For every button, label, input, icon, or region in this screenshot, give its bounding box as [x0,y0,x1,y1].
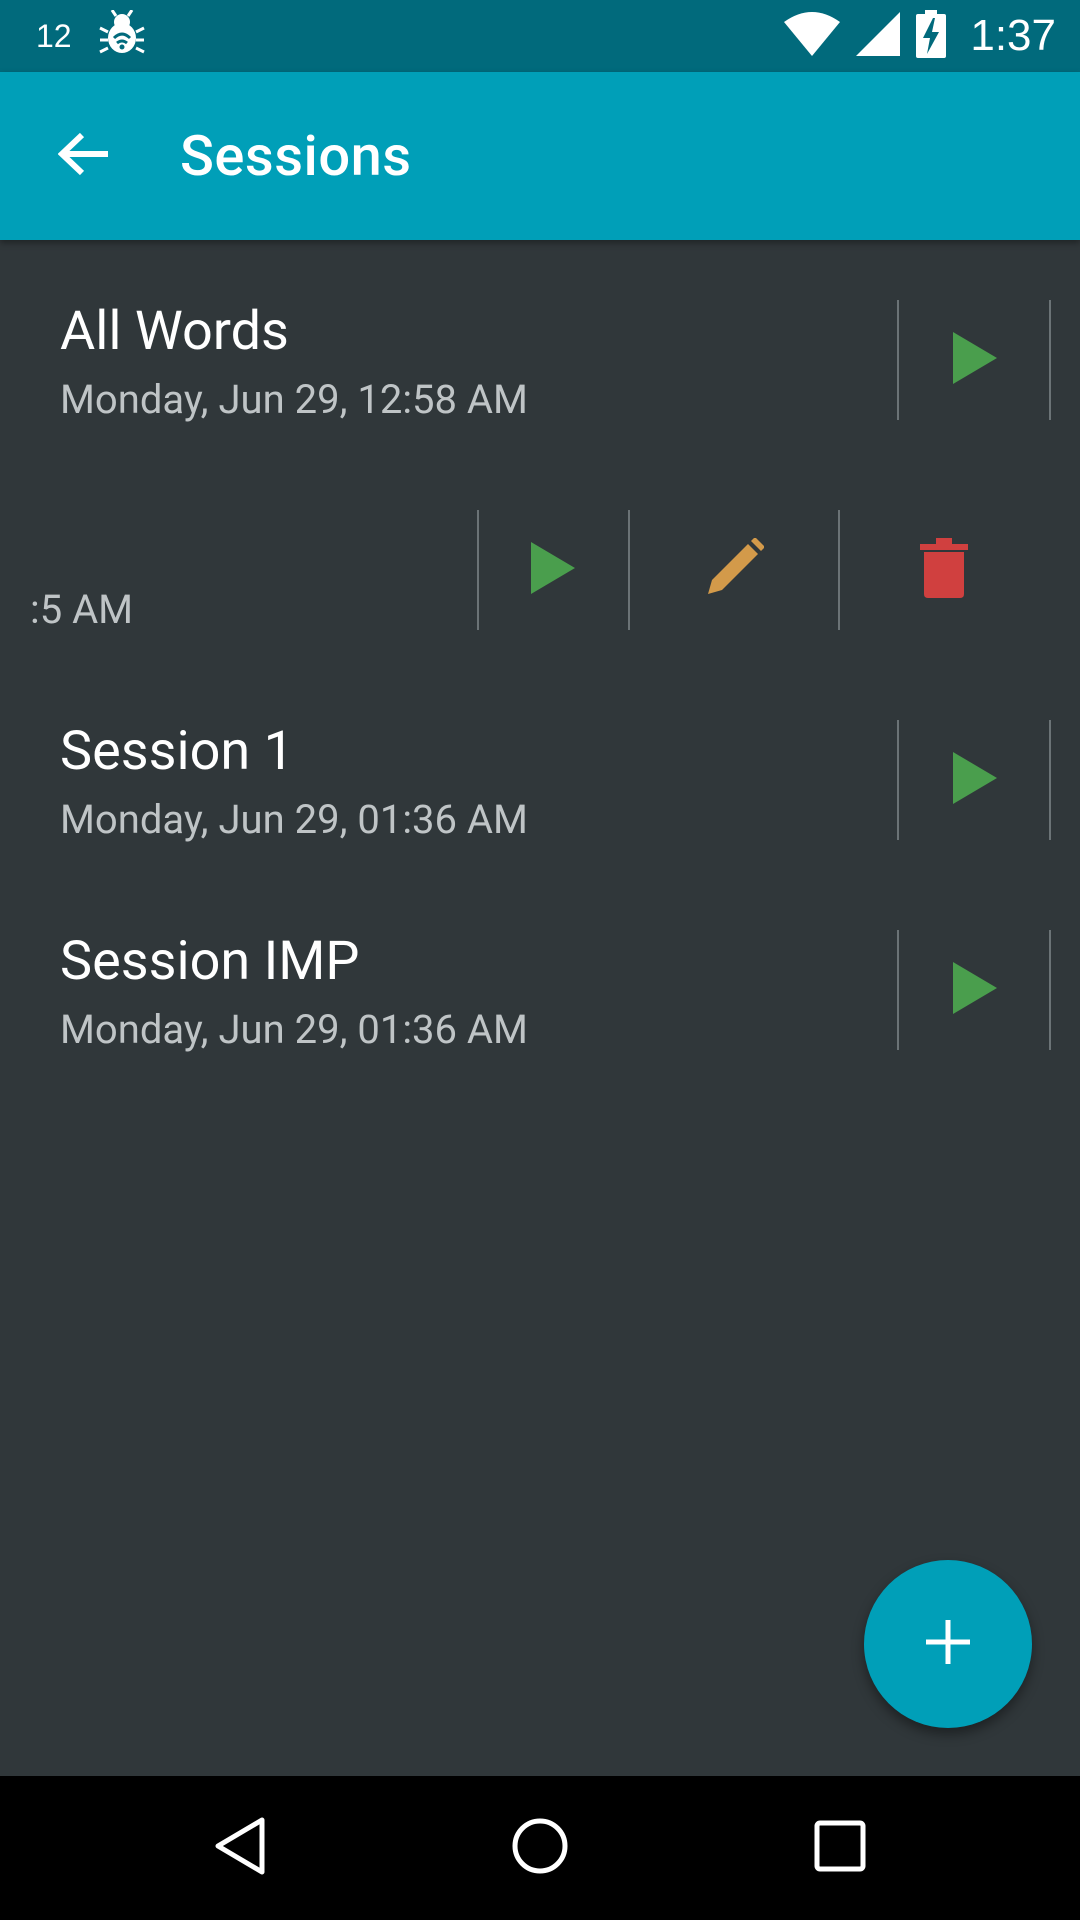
home-circle-icon [510,1816,570,1880]
play-icon [951,750,999,810]
session-row-swiped[interactable]: :5 AM [0,456,1080,666]
play-button[interactable] [901,720,1049,840]
recents-square-icon [813,1819,867,1877]
play-icon [529,540,577,600]
trash-icon [920,538,968,602]
signal-icon [856,12,901,60]
bug-icon [98,9,146,62]
back-triangle-icon [212,1816,268,1880]
nav-recents-button[interactable] [770,1776,910,1920]
session-row-session-imp[interactable]: Session IMP Monday, Jun 29, 01:36 AM [0,876,1080,1086]
nav-home-button[interactable] [470,1776,610,1920]
play-icon [951,330,999,390]
divider [1049,300,1051,420]
edit-button[interactable] [630,510,838,630]
session-date: :5 AM [30,586,134,633]
wifi-icon [784,12,841,60]
session-date: Monday, Jun 29, 01:36 AM [60,796,528,843]
session-name: Session 1 [60,720,294,783]
divider [1049,930,1051,1050]
nav-back-button[interactable] [170,1776,310,1920]
pencil-icon [704,537,765,602]
divider [897,930,899,1050]
status-time: 1:37 [970,11,1056,60]
status-bar: 12 1:37 [0,0,1080,72]
notification-count: 12 [36,17,72,54]
session-row-all-words[interactable]: All Words Monday, Jun 29, 12:58 AM [0,246,1080,456]
play-button[interactable] [901,300,1049,420]
page-title: Sessions [180,123,412,189]
delete-button[interactable] [840,510,1048,630]
session-name: All Words [60,300,289,363]
battery-charging-icon [916,10,947,62]
play-button[interactable] [901,930,1049,1050]
session-date: Monday, Jun 29, 12:58 AM [60,376,528,423]
play-icon [951,960,999,1020]
session-date: Monday, Jun 29, 01:36 AM [60,1006,528,1053]
add-session-button[interactable] [864,1560,1032,1728]
arrow-back-icon [57,132,110,180]
app-bar: Sessions [0,72,1080,240]
session-row-session-1[interactable]: Session 1 Monday, Jun 29, 01:36 AM [0,666,1080,876]
divider [897,720,899,840]
play-button[interactable] [479,510,627,630]
plus-icon [924,1618,972,1670]
divider [897,300,899,420]
back-button[interactable] [48,120,120,192]
session-name: Session IMP [60,930,360,993]
navigation-bar [0,1776,1080,1920]
divider [1049,720,1051,840]
